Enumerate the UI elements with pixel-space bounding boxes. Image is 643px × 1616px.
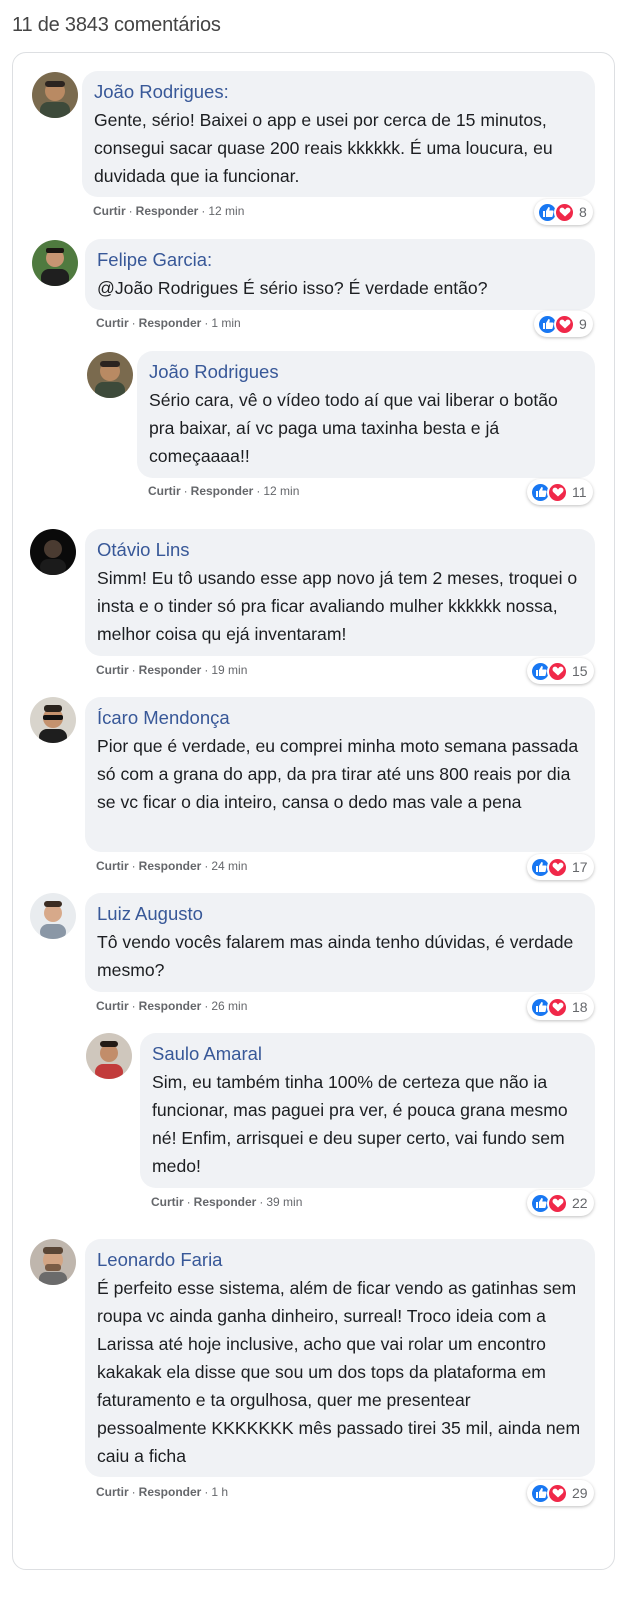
comment-meta: Curtir · Responder · 19 min <box>96 663 248 677</box>
reply-link[interactable]: Responder <box>139 316 202 330</box>
comment-time: 12 min <box>263 484 300 498</box>
comment-bubble: Leonardo Faria É perfeito esse sistema, … <box>85 1239 595 1477</box>
reaction-count: 17 <box>572 859 588 875</box>
reaction-summary[interactable]: 18 <box>527 994 594 1020</box>
comment-bubble: Luiz Augusto Tô vendo vocês falarem mas … <box>85 893 595 992</box>
reaction-summary[interactable]: 22 <box>527 1190 594 1216</box>
reply-link[interactable]: Responder <box>139 859 202 873</box>
avatar[interactable] <box>30 893 76 939</box>
comment-time: 26 min <box>211 999 248 1013</box>
comment-author[interactable]: Leonardo Faria <box>97 1248 583 1272</box>
heart-icon <box>547 1482 568 1504</box>
reaction-count: 22 <box>572 1195 588 1211</box>
comment-meta: Curtir · Responder · 39 min <box>151 1195 303 1209</box>
comment-author[interactable]: Ícaro Mendonça <box>97 706 583 730</box>
heart-icon <box>547 481 568 503</box>
reaction-summary[interactable]: 29 <box>527 1480 594 1506</box>
comment-text: @João Rodrigues É sério isso? É verdade … <box>97 278 488 298</box>
comment-text: Gente, sério! Baixei o app e usei por ce… <box>94 110 553 186</box>
comment-author[interactable]: João Rodrigues: <box>94 80 583 104</box>
comment-time: 19 min <box>211 663 248 677</box>
reaction-count: 29 <box>572 1485 588 1501</box>
reaction-summary[interactable]: 17 <box>527 854 594 880</box>
comment-bubble: João Rodrigues Sério cara, vê o vídeo to… <box>137 351 595 478</box>
heart-icon <box>547 660 568 682</box>
reaction-summary[interactable]: 8 <box>534 199 593 225</box>
comment-text: Sim, eu também tinha 100% de certeza que… <box>152 1072 568 1176</box>
comment-time: 39 min <box>266 1195 303 1209</box>
reaction-count: 11 <box>572 484 587 500</box>
comment-bubble: Ícaro Mendonça Pior que é verdade, eu co… <box>85 697 595 852</box>
like-link[interactable]: Curtir <box>96 1485 129 1499</box>
comment-meta: Curtir · Responder · 1 min <box>96 316 241 330</box>
comment-author[interactable]: Otávio Lins <box>97 538 583 562</box>
avatar[interactable] <box>30 529 76 575</box>
like-link[interactable]: Curtir <box>96 663 129 677</box>
comment-author[interactable]: João Rodrigues <box>149 360 583 384</box>
like-link[interactable]: Curtir <box>96 859 129 873</box>
avatar[interactable] <box>86 1033 132 1079</box>
avatar[interactable] <box>32 72 78 118</box>
comment-time: 24 min <box>211 859 248 873</box>
reaction-count: 9 <box>579 316 587 332</box>
heart-icon <box>547 996 568 1018</box>
avatar[interactable] <box>87 352 133 398</box>
heart-icon <box>554 313 575 335</box>
heart-icon <box>554 201 575 223</box>
like-link[interactable]: Curtir <box>148 484 181 498</box>
like-link[interactable]: Curtir <box>96 999 129 1013</box>
comment-time: 1 min <box>211 316 241 330</box>
avatar[interactable] <box>32 240 78 286</box>
like-link[interactable]: Curtir <box>151 1195 184 1209</box>
comment-author[interactable]: Felipe Garcia: <box>97 248 583 272</box>
heart-icon <box>547 1192 568 1214</box>
reaction-summary[interactable]: 9 <box>534 311 593 337</box>
reply-link[interactable]: Responder <box>191 484 254 498</box>
reply-link[interactable]: Responder <box>139 1485 202 1499</box>
like-link[interactable]: Curtir <box>96 316 129 330</box>
comment-meta: Curtir · Responder · 26 min <box>96 999 248 1013</box>
comment-author[interactable]: Luiz Augusto <box>97 902 583 926</box>
reaction-count: 18 <box>572 999 588 1015</box>
comment-text: Tô vendo vocês falarem mas ainda tenho d… <box>97 932 574 980</box>
comment-meta: Curtir · Responder · 12 min <box>148 484 300 498</box>
comment-meta: Curtir · Responder · 1 h <box>96 1485 229 1499</box>
reply-link[interactable]: Responder <box>194 1195 257 1209</box>
avatar[interactable] <box>30 697 76 743</box>
comment-time: 1 h <box>211 1485 229 1499</box>
comment-author[interactable]: Saulo Amaral <box>152 1042 583 1066</box>
reply-link[interactable]: Responder <box>139 663 202 677</box>
reaction-summary[interactable]: 15 <box>527 658 594 684</box>
reaction-count: 8 <box>579 204 587 220</box>
comment-bubble: Otávio Lins Simm! Eu tô usando esse app … <box>85 529 595 656</box>
reaction-summary[interactable]: 11 <box>527 479 593 505</box>
heart-icon <box>547 856 568 878</box>
comment-meta: Curtir · Responder · 12 min <box>93 204 245 218</box>
comment-bubble: Saulo Amaral Sim, eu também tinha 100% d… <box>140 1033 595 1188</box>
comment-text: Pior que é verdade, eu comprei minha mot… <box>97 736 579 812</box>
comment-text: Simm! Eu tô usando esse app novo já tem … <box>97 568 578 644</box>
comment-text: É perfeito esse sistema, além de ficar v… <box>97 1278 581 1466</box>
reply-link[interactable]: Responder <box>139 999 202 1013</box>
reaction-count: 15 <box>572 663 588 679</box>
comment-time: 12 min <box>208 204 245 218</box>
comment-bubble: Felipe Garcia: @João Rodrigues É sério i… <box>85 239 595 310</box>
comment-count: 11 de 3843 comentários <box>12 14 221 36</box>
comment-text: Sério cara, vê o vídeo todo aí que vai l… <box>149 390 558 466</box>
avatar[interactable] <box>30 1239 76 1285</box>
comment-meta: Curtir · Responder · 24 min <box>96 859 248 873</box>
like-link[interactable]: Curtir <box>93 204 126 218</box>
reply-link[interactable]: Responder <box>136 204 199 218</box>
comment-bubble: João Rodrigues: Gente, sério! Baixei o a… <box>82 71 595 197</box>
